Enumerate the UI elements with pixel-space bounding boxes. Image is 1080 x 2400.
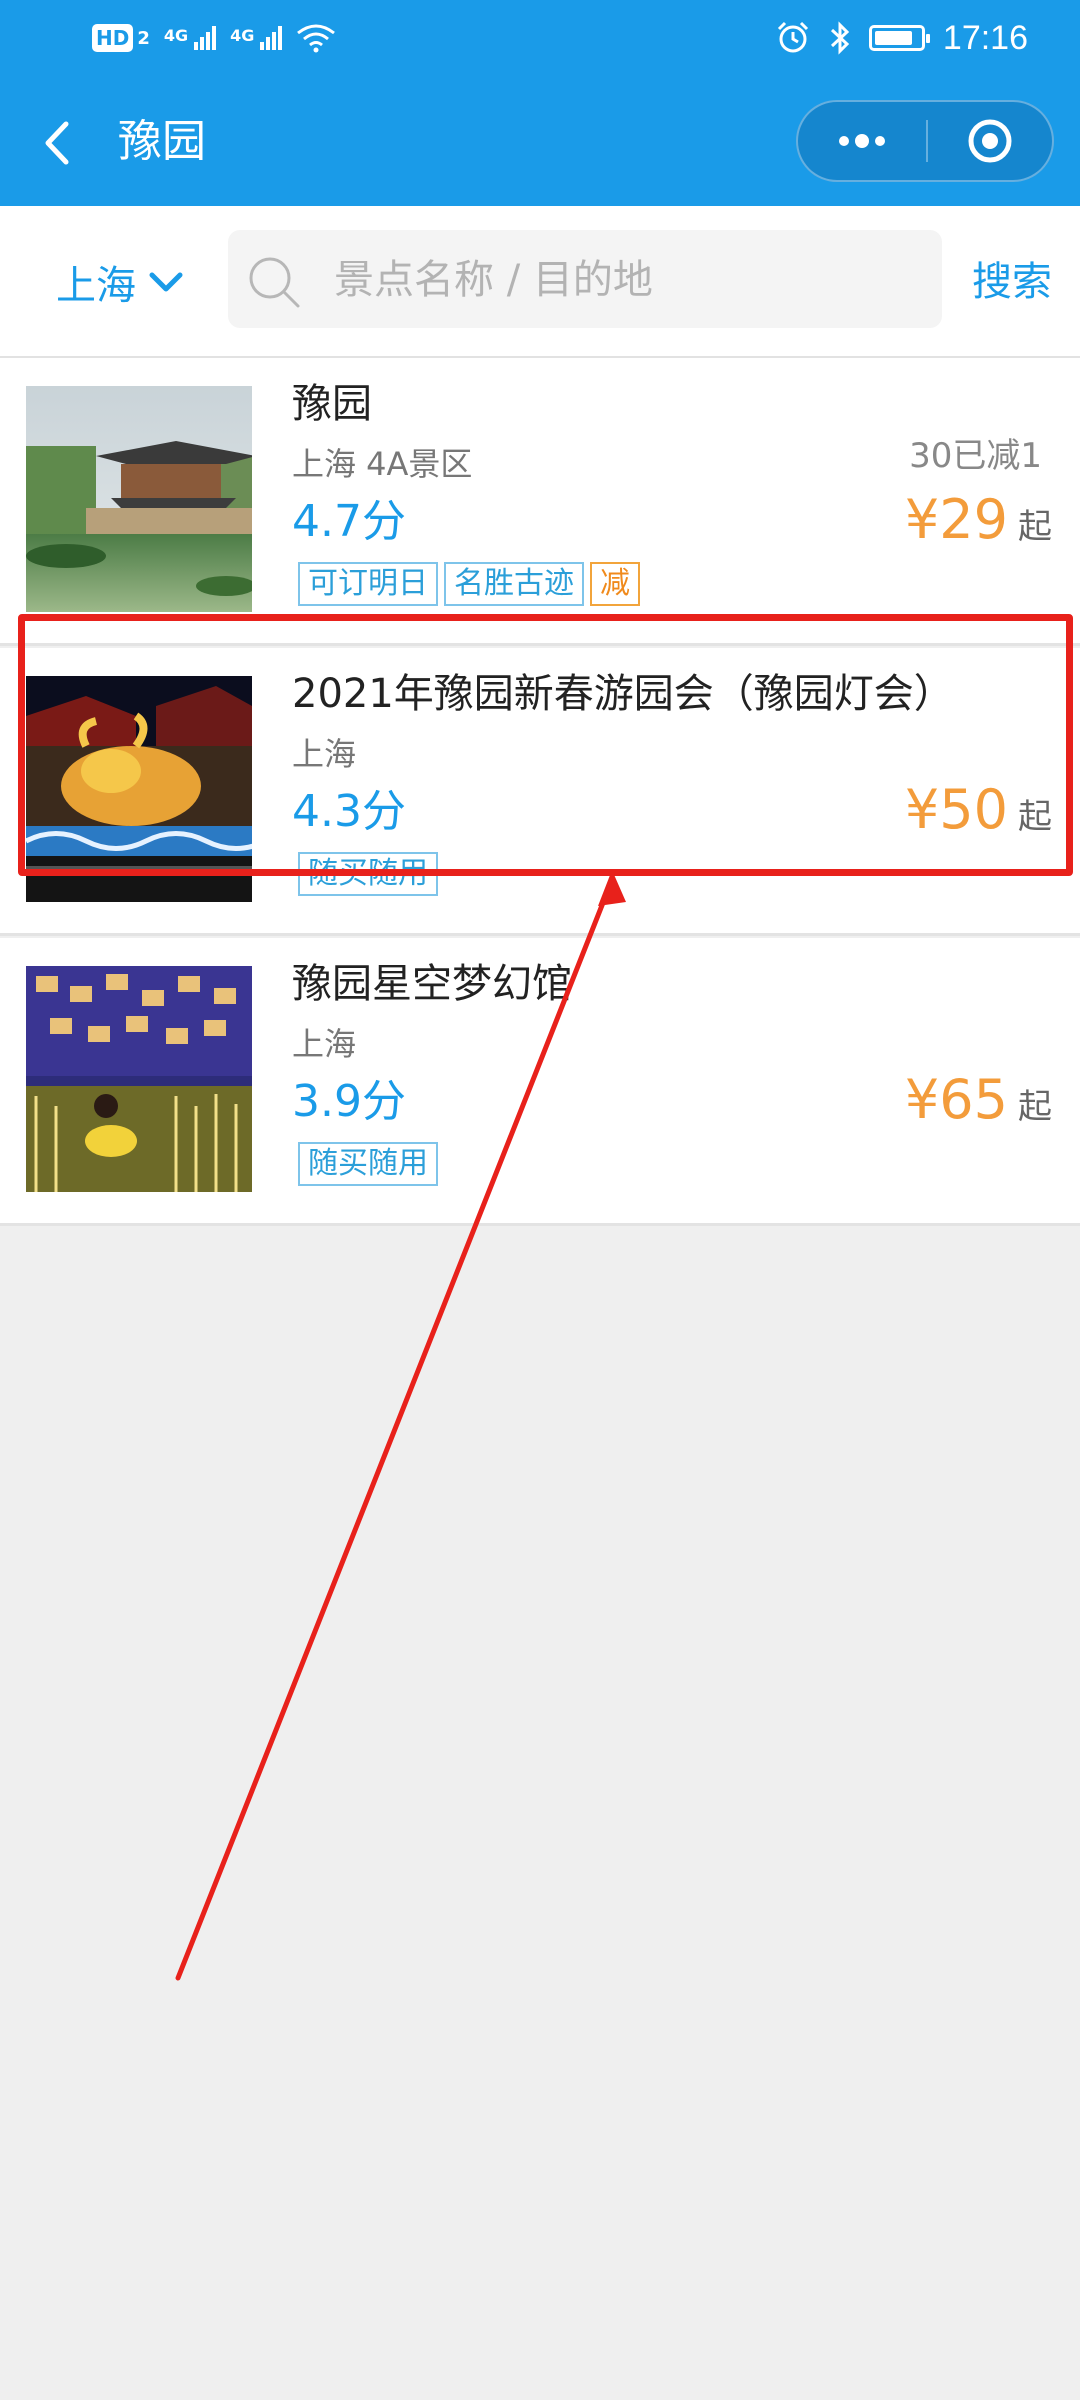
- discount-tag: 减: [590, 562, 640, 606]
- network-label-2: 4G: [230, 26, 255, 45]
- list-item[interactable]: 豫园 上海 4A景区 30已减1 4.7分 ¥29 起 可订明日 名胜古迹 减: [0, 358, 1080, 646]
- hd-indicator: HD 2: [92, 24, 150, 52]
- search-row: 上海 搜索: [0, 206, 1080, 359]
- search-button[interactable]: 搜索: [972, 252, 1052, 312]
- price-unit: 起: [1018, 1087, 1052, 1127]
- tag-list: 随买随用: [298, 1142, 438, 1186]
- status-right: 17:16: [775, 16, 1028, 60]
- more-button[interactable]: [798, 102, 926, 180]
- tag-list: 可订明日 名胜古迹 减: [298, 562, 640, 606]
- tag: 随买随用: [298, 1142, 438, 1186]
- attraction-title: 豫园星空梦幻馆: [292, 961, 572, 1007]
- promo-text: 30已减1: [909, 436, 1042, 476]
- status-bar: HD 2 4G 4G 17:16: [0, 0, 1080, 78]
- hd-badge: HD: [92, 24, 134, 52]
- target-icon: [968, 119, 1012, 163]
- city-selector[interactable]: 上海: [56, 252, 184, 312]
- city-label: 上海: [56, 263, 136, 309]
- price: ¥65 起: [905, 1068, 1052, 1132]
- rating-score: 4.7分: [292, 496, 406, 547]
- page-title: 豫园: [118, 116, 206, 167]
- tag: 可订明日: [298, 562, 438, 606]
- search-box: [228, 230, 942, 330]
- price-unit: 起: [1018, 507, 1052, 547]
- highlight-box: [18, 614, 1073, 876]
- attraction-location: 上海 4A景区: [292, 445, 473, 483]
- search-input[interactable]: [332, 230, 916, 330]
- rating-score: 3.9分: [292, 1076, 406, 1127]
- attraction-photo: [26, 966, 252, 1192]
- nav-header: 豫园: [0, 78, 1080, 206]
- price-amount: ¥65: [904, 1068, 1008, 1131]
- tag: 名胜古迹: [444, 562, 584, 606]
- chevron-down-icon: [149, 272, 183, 292]
- attraction-title: 豫园: [292, 381, 372, 427]
- price: ¥29 起: [905, 488, 1052, 552]
- wifi-icon: [297, 24, 336, 53]
- signal-icon-2: 4G: [230, 26, 283, 50]
- price-amount: ¥29: [904, 488, 1008, 551]
- signal-icon-1: 4G: [163, 26, 217, 50]
- list-item[interactable]: 豫园星空梦幻馆 上海 3.9分 ¥65 起 随买随用: [0, 938, 1080, 1226]
- close-program-button[interactable]: [928, 102, 1052, 180]
- bluetooth-icon: [830, 21, 850, 55]
- attraction-photo: [26, 386, 252, 612]
- hd-sub: 2: [137, 27, 150, 49]
- back-arrow-icon[interactable]: [36, 118, 80, 168]
- mini-program-capsule: [796, 100, 1054, 182]
- search-icon: [249, 257, 300, 308]
- status-left: HD 2 4G 4G: [92, 18, 336, 58]
- battery-icon: [868, 25, 930, 51]
- alarm-icon: [777, 21, 808, 53]
- clock: 17:16: [942, 18, 1028, 57]
- network-label-1: 4G: [163, 26, 189, 45]
- attraction-location: 上海: [292, 1025, 357, 1063]
- more-dots-icon: [839, 134, 885, 148]
